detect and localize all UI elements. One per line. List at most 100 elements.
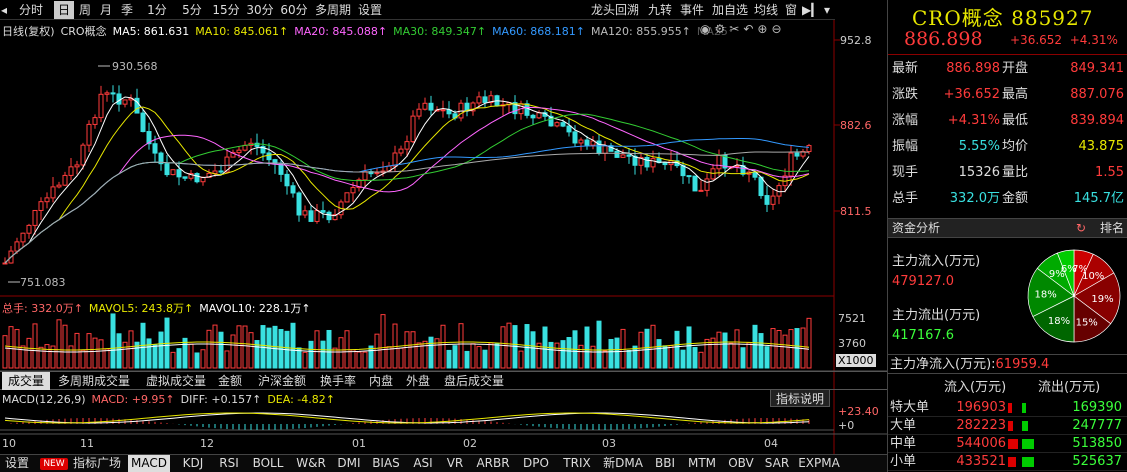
volume-bar (2, 335, 8, 369)
volume-bar (98, 339, 104, 369)
period-tab-day[interactable]: 日 (54, 1, 74, 19)
bottom-tab-bbi[interactable]: BBI (650, 455, 680, 472)
period-tab-30min[interactable]: 30分 (244, 1, 276, 19)
total-volume-label: 总手: 332.0万↑ (2, 302, 83, 315)
period-tab-week[interactable]: 周 (75, 1, 95, 19)
candle-body (560, 122, 566, 127)
candle-body (164, 163, 170, 176)
refresh-icon[interactable]: ↻ (1076, 219, 1086, 237)
volume-legend: 总手: 332.0万↑ MAVOL5: 243.8万↑ MAVOL10: 228.1… (2, 300, 317, 316)
volume-bar (290, 322, 296, 369)
bottom-tab-trix[interactable]: TRIX (558, 455, 596, 472)
tab-turnover[interactable]: 换手率 (320, 372, 360, 390)
volume-bar (398, 347, 404, 369)
tab-after-hours[interactable]: 盘后成交量 (444, 372, 510, 390)
volume-bar (176, 348, 182, 369)
volume-bar (680, 349, 686, 369)
bottom-tab-kdj[interactable]: KDJ (176, 455, 210, 472)
nine-turn-button[interactable]: 九转 (646, 1, 674, 19)
bottom-tab-boll[interactable]: BOLL (248, 455, 288, 472)
dropdown-icon[interactable]: ▾ (820, 1, 834, 19)
tab-virtual-volume[interactable]: 虚拟成交量 (146, 372, 210, 390)
bottom-tab-arbr[interactable]: ARBR (472, 455, 514, 472)
period-tab-multi[interactable]: 多周期 (312, 1, 354, 19)
macd-title: MACD(12,26,9) (2, 393, 86, 406)
bottom-tab-obv[interactable]: OBV (724, 455, 758, 472)
candle-body (50, 186, 56, 199)
period-tab-1min[interactable]: 1分 (141, 1, 173, 19)
pie-label: 18% (1034, 289, 1056, 300)
volume-bar (644, 328, 650, 369)
bottom-tab-rsi[interactable]: RSI (214, 455, 244, 472)
fund-row-in-bar (1008, 439, 1018, 449)
volume-bar (32, 323, 38, 369)
tab-inner[interactable]: 内盘 (369, 372, 397, 390)
candle-body (350, 187, 356, 194)
candle-body (44, 197, 50, 203)
volume-bar (170, 351, 176, 369)
candle-body (116, 93, 122, 105)
volume-bar (242, 325, 248, 369)
fund-row-out: 513850 (1072, 436, 1122, 451)
volume-bar (764, 346, 770, 369)
fund-analysis-title: 资金分析 (892, 221, 941, 235)
period-tab-5min[interactable]: 5分 (176, 1, 208, 19)
candle-body (614, 150, 620, 158)
ma-line (4, 106, 810, 264)
volume-bar (440, 324, 446, 369)
candle-body (428, 102, 434, 111)
bottom-tab-asi[interactable]: ASI (408, 455, 438, 472)
bottom-settings[interactable]: 设置 (2, 455, 32, 472)
candle-body (662, 162, 668, 166)
volume-bar (158, 331, 164, 369)
tab-hs-amount[interactable]: 沪深金额 (258, 372, 312, 390)
period-tab-60min[interactable]: 60分 (278, 1, 310, 19)
period-tab-15min[interactable]: 15分 (210, 1, 242, 19)
volume-bar (350, 349, 356, 369)
volume-bar (656, 339, 662, 369)
period-tab-timeshare[interactable]: 分时 (10, 1, 52, 19)
bottom-tab-newdma[interactable]: 新DMA (600, 455, 646, 472)
bottom-tab-expma[interactable]: EXPMA (796, 455, 842, 472)
play-icon[interactable]: ▶▎ (802, 1, 820, 19)
tab-amount[interactable]: 金额 (218, 372, 248, 390)
bottom-tab-dpo[interactable]: DPO (518, 455, 554, 472)
event-button[interactable]: 事件 (678, 1, 706, 19)
bottom-tab-sar[interactable]: SAR (762, 455, 792, 472)
period-tab-settings[interactable]: 设置 (356, 1, 384, 19)
leader-review-button[interactable]: 龙头回溯 (588, 1, 642, 19)
volume-bar (188, 343, 194, 369)
period-tab-month[interactable]: 月 (96, 1, 116, 19)
toggle-arrow-icon[interactable]: ◂ (0, 1, 8, 19)
bottom-tab-wr[interactable]: W&R (292, 455, 330, 472)
volume-bar (788, 329, 794, 369)
tab-outer[interactable]: 外盘 (406, 372, 434, 390)
volume-bar (44, 344, 50, 369)
bottom-tab-mtm[interactable]: MTM (684, 455, 720, 472)
rank-button[interactable]: 排名 (1100, 219, 1124, 237)
indicator-square[interactable]: 指标广场 (70, 455, 124, 472)
macd-value: MACD: +9.95↑ (91, 393, 175, 406)
tab-volume[interactable]: 成交量 (2, 372, 50, 390)
volume-bar (308, 340, 314, 369)
bottom-tab-bias[interactable]: BIAS (368, 455, 404, 472)
volume-bar (608, 338, 614, 369)
volume-bar (500, 326, 506, 369)
add-watchlist-button[interactable]: 加自选 (710, 1, 750, 19)
quote-value: 887.076 (1070, 87, 1124, 102)
quote-row: 总手 332.0万 金额 145.7亿 (888, 186, 1127, 212)
col-inflow-header: 流入(万元) (944, 380, 1007, 395)
candle-body (524, 103, 530, 116)
bottom-tab-vr[interactable]: VR (442, 455, 468, 472)
volume-bar (806, 317, 812, 369)
tab-multi-volume[interactable]: 多周期成交量 (58, 372, 134, 390)
window-button[interactable]: 窗 (783, 1, 799, 19)
volume-bar (410, 331, 416, 369)
bottom-tab-macd[interactable]: MACD (128, 455, 170, 472)
quote-row: 最新 886.898 开盘 849.341 (888, 56, 1127, 82)
indicator-help-button[interactable]: 指标说明 (770, 389, 830, 407)
ma-button[interactable]: 均线 (752, 1, 780, 19)
macd-layer (4, 412, 810, 430)
bottom-tab-dmi[interactable]: DMI (334, 455, 364, 472)
period-tab-season[interactable]: 季 (117, 1, 137, 19)
